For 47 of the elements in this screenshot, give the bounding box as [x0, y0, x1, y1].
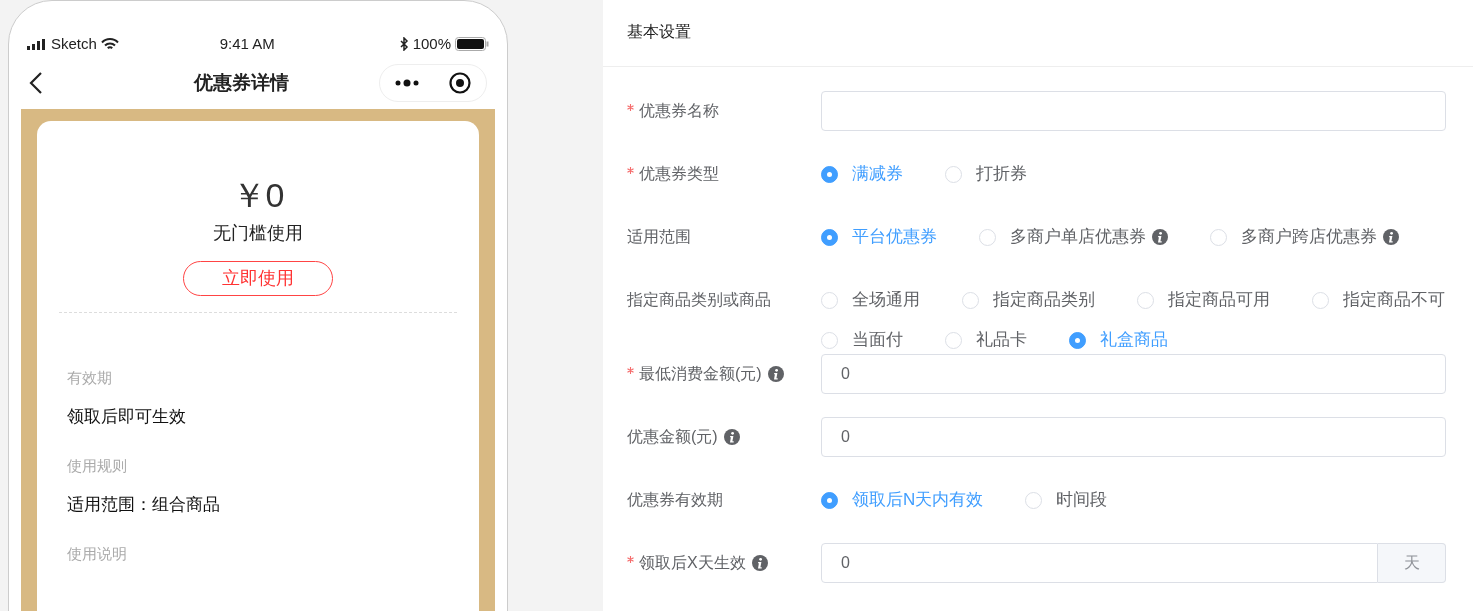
- text-field[interactable]: 0: [821, 417, 1446, 457]
- page-title: 优惠券详情: [193, 70, 289, 95]
- status-time: 9:41 AM: [219, 33, 275, 54]
- radio-option[interactable]: 当面付: [821, 326, 903, 354]
- field-label: 优惠券类型: [639, 164, 719, 184]
- wifi-icon: [100, 37, 119, 51]
- use-now-button[interactable]: 立即使用: [183, 261, 333, 297]
- field-label: 适用范围: [627, 227, 691, 247]
- section-label: 使用规则: [67, 456, 128, 477]
- field-label: 领取后X天生效: [639, 553, 746, 573]
- coupon-amount: ￥0: [230, 175, 286, 215]
- radio-option[interactable]: 指定商品不可: [1312, 286, 1445, 314]
- field-label: 最低消费金额(元): [639, 364, 762, 384]
- info-icon[interactable]: [723, 429, 740, 445]
- radio-option[interactable]: 礼品卡: [945, 326, 1027, 354]
- info-icon[interactable]: [751, 555, 768, 571]
- section-value: 适用范围：组合商品: [67, 493, 221, 516]
- radio-option[interactable]: 全场通用: [821, 286, 920, 314]
- radio-option[interactable]: 指定商品可用: [1137, 286, 1270, 314]
- info-icon[interactable]: [1152, 229, 1168, 245]
- radio-option[interactable]: 时间段: [1025, 486, 1108, 514]
- coupon-condition: 无门槛使用: [213, 222, 303, 246]
- more-icon[interactable]: [395, 79, 419, 87]
- bluetooth-icon: [399, 37, 409, 51]
- carrier-name: Sketch: [51, 33, 97, 54]
- info-icon[interactable]: [1383, 229, 1399, 245]
- back-icon[interactable]: [29, 71, 43, 95]
- text-field[interactable]: [821, 91, 1446, 131]
- radio-option[interactable]: 多商户跨店优惠券: [1210, 223, 1377, 251]
- section-title: 基本设置: [627, 23, 691, 40]
- info-icon[interactable]: [767, 366, 784, 382]
- field-label: 优惠券有效期: [627, 490, 723, 510]
- radio-option[interactable]: 多商户单店优惠券: [979, 223, 1146, 251]
- battery-icon: [455, 37, 489, 51]
- field-label: 指定商品类别或商品: [627, 290, 771, 310]
- text-field[interactable]: 0: [821, 354, 1446, 394]
- section-label: 有效期: [67, 368, 113, 389]
- field-label: 优惠金额(元): [627, 427, 718, 447]
- radio-option[interactable]: 打折券: [945, 160, 1027, 188]
- radio-option[interactable]: 指定商品类别: [962, 286, 1095, 314]
- unit-addon: 天: [1378, 543, 1446, 583]
- field-label: 优惠券名称: [639, 101, 719, 121]
- section-label: 使用说明: [67, 544, 128, 565]
- text-field[interactable]: 0: [821, 543, 1378, 583]
- battery-percent: 100%: [412, 33, 451, 54]
- signal-icon: [27, 38, 47, 50]
- section-value: 领取后即可生效: [67, 405, 187, 428]
